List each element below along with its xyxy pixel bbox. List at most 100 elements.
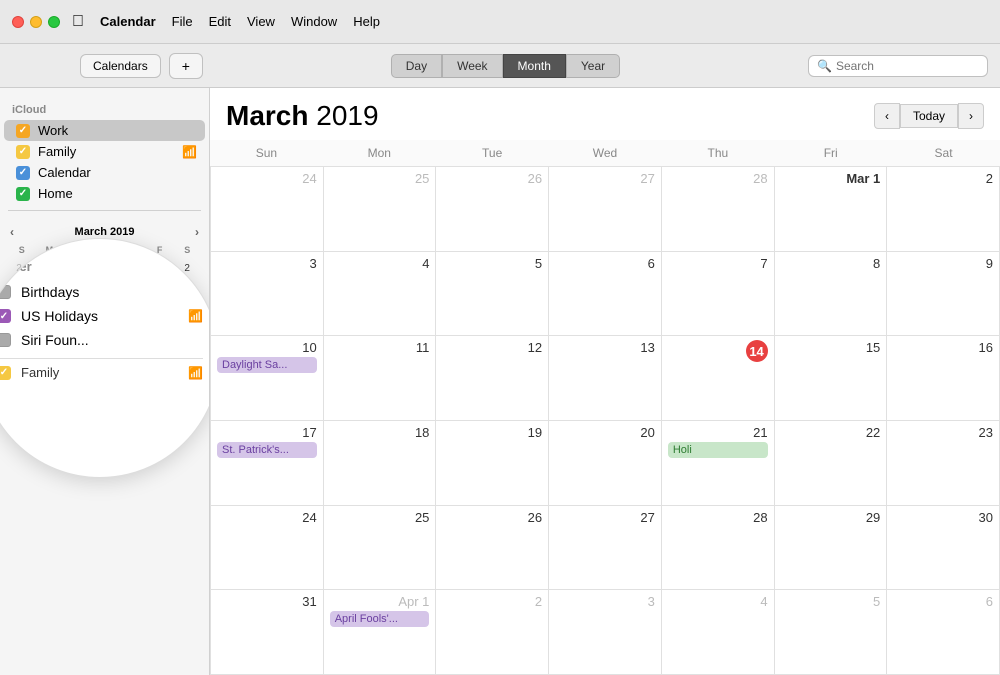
cal-cell-mar16[interactable]: 16 — [887, 336, 1000, 421]
calendar-main: March 2019 ‹ Today › Sun Mon Tue Wed Thu… — [210, 88, 1000, 675]
sidebar-item-family[interactable]: ✓ Family 📶 — [4, 141, 205, 162]
cal-cell-mar4[interactable]: 4 — [324, 252, 437, 337]
cal-cell-mar28[interactable]: 28 — [662, 506, 775, 591]
day-header-mon: Mon — [323, 140, 436, 166]
menu-calendar[interactable]: Calendar — [92, 12, 164, 31]
cal-cell-mar20[interactable]: 20 — [549, 421, 662, 506]
cal-cell-apr6[interactable]: 6 — [887, 590, 1000, 675]
cal-cell-mar18[interactable]: 18 — [324, 421, 437, 506]
month-view-button[interactable]: Month — [503, 54, 566, 78]
cal-cell-mar6[interactable]: 6 — [549, 252, 662, 337]
sidebar-item-calendar[interactable]: ✓ Calendar — [4, 162, 205, 183]
calendar-title: March 2019 — [226, 100, 874, 132]
cal-cell-mar13[interactable]: 13 — [549, 336, 662, 421]
cal-cell-mar22[interactable]: 22 — [775, 421, 888, 506]
cal-cell-feb28[interactable]: 28 — [662, 167, 775, 252]
tooltip-label-birthdays: Birthdays — [21, 284, 79, 300]
cal-cell-apr5[interactable]: 5 — [775, 590, 888, 675]
cal-cell-mar3[interactable]: 3 — [211, 252, 324, 337]
mini-cal-prev[interactable]: ‹ — [10, 225, 14, 239]
search-icon: 🔍 — [817, 59, 832, 73]
menu-help[interactable]: Help — [345, 12, 388, 31]
menu-view[interactable]: View — [239, 12, 283, 31]
cal-cell-feb24[interactable]: 24 — [211, 167, 324, 252]
tooltip-item-birthdays[interactable]: Birthdays — [0, 280, 203, 304]
year-view-button[interactable]: Year — [566, 54, 620, 78]
context-menu-overlay: Other Birthdays ✓ US Holidays 📶 Siri Fou… — [0, 238, 210, 478]
week-view-button[interactable]: Week — [442, 54, 502, 78]
cal-cell-mar17[interactable]: 17 St. Patrick's... — [211, 421, 324, 506]
tooltip-item-us-holidays[interactable]: ✓ US Holidays 📶 — [0, 304, 203, 328]
cal-cell-mar19[interactable]: 19 — [436, 421, 549, 506]
sidebar-label-work: Work — [38, 123, 197, 138]
cal-cell-mar8[interactable]: 8 — [775, 252, 888, 337]
tooltip-label-us-holidays: US Holidays — [21, 308, 98, 324]
day-header-fri: Fri — [774, 140, 887, 166]
cal-cell-mar14[interactable]: 14 — [662, 336, 775, 421]
cal-cell-mar15[interactable]: 15 — [775, 336, 888, 421]
traffic-lights — [12, 16, 60, 28]
cal-cell-mar10[interactable]: 10 Daylight Sa... — [211, 336, 324, 421]
cal-cell-mar23[interactable]: 23 — [887, 421, 1000, 506]
minimize-button[interactable] — [30, 16, 42, 28]
cal-cell-mar7[interactable]: 7 — [662, 252, 775, 337]
search-input[interactable] — [836, 59, 979, 73]
cal-cell-mar29[interactable]: 29 — [775, 506, 888, 591]
menu-file[interactable]: File — [164, 12, 201, 31]
add-calendar-button[interactable]: + — [169, 53, 203, 79]
calendars-button[interactable]: Calendars — [80, 54, 161, 78]
day-headers: Sun Mon Tue Wed Thu Fri Sat — [210, 140, 1000, 167]
event-april-fools[interactable]: April Fools'... — [330, 611, 430, 627]
cal-cell-mar21[interactable]: 21 Holi — [662, 421, 775, 506]
prev-month-button[interactable]: ‹ — [874, 103, 900, 129]
mini-cal-next[interactable]: › — [195, 225, 199, 239]
wifi-icon-family: 📶 — [182, 145, 197, 159]
cal-cell-apr3[interactable]: 3 — [549, 590, 662, 675]
sidebar-label-family: Family — [38, 144, 182, 159]
tooltip-family-checkbox: ✓ — [0, 366, 11, 380]
tooltip-family-row: ✓ Family 📶 — [0, 358, 203, 380]
cal-cell-apr2[interactable]: 2 — [436, 590, 549, 675]
cal-cell-mar25[interactable]: 25 — [324, 506, 437, 591]
sidebar-item-home[interactable]: ✓ Home — [4, 183, 205, 204]
close-button[interactable] — [12, 16, 24, 28]
sidebar-label-calendar: Calendar — [38, 165, 197, 180]
cal-cell-mar24[interactable]: 24 — [211, 506, 324, 591]
cal-cell-mar31[interactable]: 31 — [211, 590, 324, 675]
sidebar-divider — [8, 210, 201, 211]
next-month-button[interactable]: › — [958, 103, 984, 129]
menu-bar-items:  Calendar File Edit View Window Help — [72, 12, 388, 31]
wifi-icon-tooltip: 📶 — [188, 309, 203, 323]
apple-menu-icon[interactable]:  — [72, 13, 84, 31]
cal-cell-mar30[interactable]: 30 — [887, 506, 1000, 591]
cal-cell-mar12[interactable]: 12 — [436, 336, 549, 421]
sidebar: iCloud ✓ Work ✓ Family 📶 ✓ Calendar ✓ Ho… — [0, 88, 210, 675]
cal-cell-apr4[interactable]: 4 — [662, 590, 775, 675]
calendar-month: March — [226, 100, 308, 131]
cal-cell-mar5[interactable]: 5 — [436, 252, 549, 337]
cal-cell-mar2[interactable]: 2 — [887, 167, 1000, 252]
sidebar-item-work[interactable]: ✓ Work — [4, 120, 205, 141]
event-st-patricks[interactable]: St. Patrick's... — [217, 442, 317, 458]
day-view-button[interactable]: Day — [391, 54, 442, 78]
search-box[interactable]: 🔍 — [808, 55, 988, 77]
cal-cell-apr1[interactable]: Apr 1 April Fools'... — [324, 590, 437, 675]
menu-bar:  Calendar File Edit View Window Help — [0, 0, 1000, 44]
tooltip-item-siri[interactable]: Siri Foun... — [0, 328, 203, 352]
today-button[interactable]: Today — [900, 104, 958, 128]
cal-cell-feb25[interactable]: 25 — [324, 167, 437, 252]
usholidays-checkbox: ✓ — [0, 309, 11, 323]
event-daylight-saving[interactable]: Daylight Sa... — [217, 357, 317, 373]
cal-cell-feb26[interactable]: 26 — [436, 167, 549, 252]
cal-cell-mar1[interactable]: Mar 1 — [775, 167, 888, 252]
event-holi[interactable]: Holi — [668, 442, 768, 458]
mini-cal-month-label: March 2019 — [75, 226, 135, 238]
fullscreen-button[interactable] — [48, 16, 60, 28]
menu-edit[interactable]: Edit — [201, 12, 239, 31]
cal-cell-mar27[interactable]: 27 — [549, 506, 662, 591]
cal-cell-mar9[interactable]: 9 — [887, 252, 1000, 337]
cal-cell-mar26[interactable]: 26 — [436, 506, 549, 591]
menu-window[interactable]: Window — [283, 12, 345, 31]
cal-cell-mar11[interactable]: 11 — [324, 336, 437, 421]
cal-cell-feb27[interactable]: 27 — [549, 167, 662, 252]
